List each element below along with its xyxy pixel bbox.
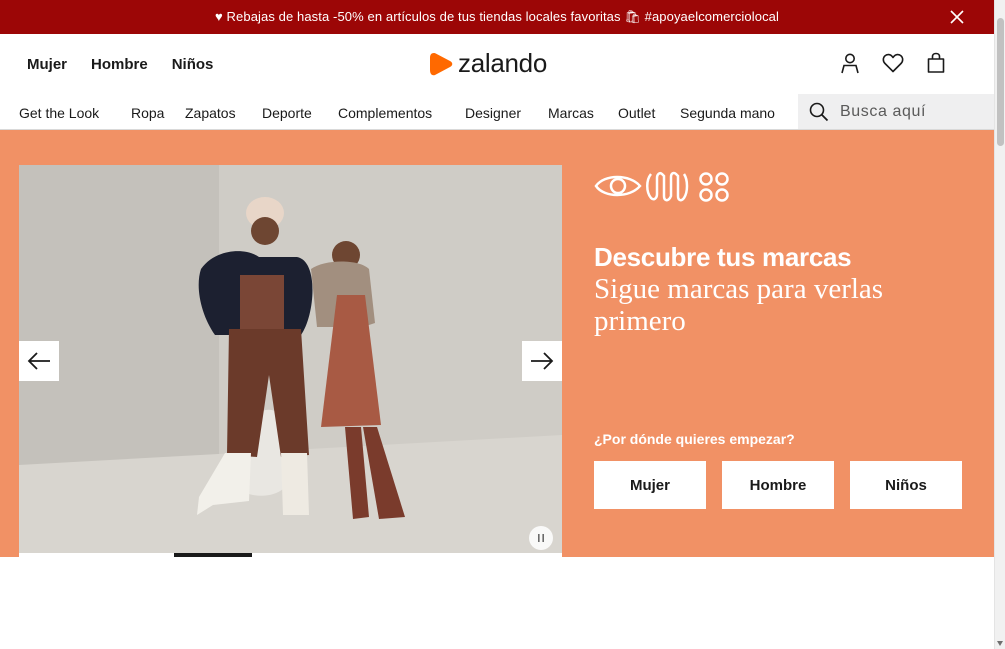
header-icons [838,51,948,75]
wave-icon [646,171,689,202]
search-icon [809,102,829,121]
scrollbar-thumb[interactable] [997,18,1004,146]
bag-icon[interactable] [924,51,948,75]
hero-image[interactable] [19,165,562,553]
nav-item-ropa[interactable]: Ropa [131,105,164,121]
search-box[interactable] [798,94,994,129]
hero-banner: Descubre tus marcas Sigue marcas para ve… [0,130,994,557]
dots-icon [699,172,729,202]
carousel-next-button[interactable] [522,341,562,381]
carousel-prev-button[interactable] [19,341,59,381]
page: ♥ Rebajas de hasta -50% en artículos de … [0,0,1005,649]
promo-banner[interactable]: ♥ Rebajas de hasta -50% en artículos de … [0,0,994,34]
nav-item-complementos[interactable]: Complementos [338,105,432,121]
scrollbar[interactable] [994,0,1005,649]
nav-item-designer[interactable]: Designer [465,105,521,121]
promo-text: ♥ Rebajas de hasta -50% en artículos de … [215,9,779,25]
scroll-down-arrow-icon[interactable] [997,641,1003,646]
hero-button-ninos[interactable]: Niños [850,461,962,509]
hero-buttons: Mujer Hombre Niños [594,461,962,509]
promo-message: Rebajas de hasta -50% en artículos de tu… [226,9,621,24]
hero-title: Descubre tus marcas [594,242,852,272]
gender-link-hombre[interactable]: Hombre [91,56,148,73]
eye-icon [594,175,642,197]
arrow-left-icon [27,352,50,370]
gender-link-ninos[interactable]: Niños [172,56,214,73]
carousel-progress [19,553,562,557]
carousel-pause-button[interactable] [529,526,553,550]
arrow-right-icon [531,352,554,370]
search-input[interactable] [840,102,980,121]
nav-item-marcas[interactable]: Marcas [548,105,594,121]
close-icon[interactable] [948,8,966,26]
hero-button-mujer[interactable]: Mujer [594,461,706,509]
pause-icon [538,534,544,542]
gender-link-mujer[interactable]: Mujer [27,56,67,73]
nav-item-get-the-look[interactable]: Get the Look [19,105,99,121]
promo-hashtag: #apoyaelcomerciolocal [644,9,779,24]
hero-photo-illustration [19,165,562,553]
hero-panel: Descubre tus marcas Sigue marcas para ve… [594,130,974,557]
nav-item-zapatos[interactable]: Zapatos [185,105,236,121]
heart-emoji-icon: ♥ [215,9,223,24]
logo-text: zalando [458,48,547,78]
shopping-bags-icon: 🛍 [624,9,641,24]
hero-button-hombre[interactable]: Hombre [722,461,834,509]
zalando-logo[interactable]: zalando [428,48,547,79]
user-icon[interactable] [838,51,862,75]
logo-play-icon [430,52,453,75]
nav-item-deporte[interactable]: Deporte [262,105,312,121]
hero-question: ¿Por dónde quieres empezar? [594,431,795,447]
category-nav: Get the Look Ropa Zapatos Deporte Comple… [0,94,994,130]
carousel-progress-active [174,553,252,557]
header: Mujer Hombre Niños zalando [0,34,994,94]
heart-icon[interactable] [881,51,905,75]
nav-item-outlet[interactable]: Outlet [618,105,655,121]
nav-item-segunda-mano[interactable]: Segunda mano [680,105,775,121]
hero-subtitle: Sigue marcas para verlas primero [594,273,884,337]
gender-nav: Mujer Hombre Niños [27,56,213,73]
brand-icons [594,171,729,202]
